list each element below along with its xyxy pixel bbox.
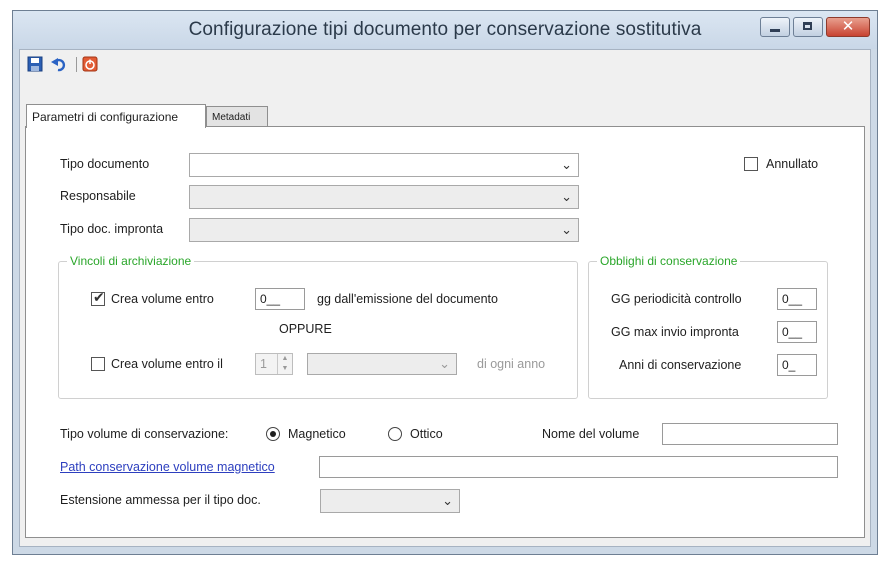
estensione-combo[interactable]: ⌄ bbox=[320, 489, 460, 513]
gg-periodicita-input[interactable]: 0__ bbox=[777, 288, 817, 310]
responsabile-label: Responsabile bbox=[60, 189, 136, 203]
gg-periodicita-label: GG periodicità controllo bbox=[611, 292, 742, 306]
estensione-label: Estensione ammessa per il tipo doc. bbox=[60, 493, 261, 507]
tab-label: Metadati bbox=[212, 112, 251, 123]
di-ogni-anno-label: di ogni anno bbox=[477, 357, 546, 371]
tab-parametri-configurazione[interactable]: Parametri di configurazione bbox=[26, 104, 206, 128]
close-button[interactable]: ✕ bbox=[826, 17, 870, 37]
obblighi-group-title: Obblighi di conservazione bbox=[597, 254, 741, 268]
maximize-icon bbox=[803, 22, 812, 30]
tipo-volume-label: Tipo volume di conservazione: bbox=[60, 427, 229, 441]
anni-conservazione-input[interactable]: 0_ bbox=[777, 354, 817, 376]
form-client-area: Parametri di configurazione Metadati Tip… bbox=[19, 49, 871, 547]
crea-volume-giorni-input[interactable]: 0__ bbox=[255, 288, 305, 310]
toolbar bbox=[20, 50, 870, 78]
tipo-documento-combo[interactable]: ⌄ bbox=[189, 153, 579, 177]
title-bar: Configurazione tipi documento per conser… bbox=[13, 11, 877, 49]
giorno-spinner-value: 1 bbox=[260, 357, 267, 371]
undo-icon[interactable] bbox=[51, 56, 67, 72]
application-window: Configurazione tipi documento per conser… bbox=[12, 10, 878, 555]
nome-volume-label: Nome del volume bbox=[542, 427, 640, 441]
exit-icon[interactable] bbox=[82, 56, 98, 72]
magnetico-radio[interactable] bbox=[266, 427, 280, 441]
ottico-label: Ottico bbox=[410, 427, 443, 441]
gg-emissione-label: gg dall'emissione del documento bbox=[317, 292, 498, 306]
giorno-spinner[interactable]: 1 ▲ ▼ bbox=[255, 353, 293, 375]
window-title: Configurazione tipi documento per conser… bbox=[188, 19, 702, 40]
chevron-down-icon: ⌄ bbox=[439, 356, 450, 371]
crea-volume-giorni-value: 0__ bbox=[260, 292, 281, 306]
vincoli-archiviazione-group: Vincoli di archiviazione ✔ Crea volume e… bbox=[58, 254, 578, 399]
crea-volume-entro-label: Crea volume entro bbox=[111, 292, 214, 306]
path-conservazione-link[interactable]: Path conservazione volume magnetico bbox=[60, 460, 275, 474]
responsabile-combo[interactable]: ⌄ bbox=[189, 185, 579, 209]
anni-conservazione-value: 0_ bbox=[782, 358, 796, 372]
crea-volume-entro-il-label: Crea volume entro il bbox=[111, 357, 223, 371]
nome-volume-input[interactable] bbox=[662, 423, 838, 445]
gg-max-invio-value: 0__ bbox=[782, 325, 803, 339]
chevron-down-icon: ⌄ bbox=[561, 222, 572, 237]
tipo-doc-impronta-label: Tipo doc. impronta bbox=[60, 222, 164, 236]
gg-max-invio-input[interactable]: 0__ bbox=[777, 321, 817, 343]
oppure-label: OPPURE bbox=[279, 322, 332, 336]
tab-label: Parametri di configurazione bbox=[32, 110, 179, 124]
gg-max-invio-label: GG max invio impronta bbox=[611, 325, 739, 339]
minimize-icon bbox=[770, 29, 780, 32]
chevron-down-icon: ⌄ bbox=[442, 493, 453, 508]
tab-metadati[interactable]: Metadati bbox=[206, 106, 268, 128]
save-icon[interactable] bbox=[27, 56, 43, 72]
gg-periodicita-value: 0__ bbox=[782, 292, 803, 306]
checkmark-icon: ✔ bbox=[93, 289, 105, 305]
toolbar-separator bbox=[76, 57, 77, 72]
chevron-down-icon: ⌄ bbox=[561, 189, 572, 204]
radio-selected-dot bbox=[270, 431, 276, 437]
path-conservazione-input[interactable] bbox=[319, 456, 838, 478]
vincoli-group-title: Vincoli di archiviazione bbox=[67, 254, 195, 268]
tab-panel-parametri: Tipo documento ⌄ Annullato Responsabile … bbox=[25, 126, 865, 538]
obblighi-conservazione-group: Obblighi di conservazione GG periodicità… bbox=[588, 254, 828, 399]
magnetico-label: Magnetico bbox=[288, 427, 346, 441]
anni-conservazione-label: Anni di conservazione bbox=[619, 358, 742, 372]
close-icon: ✕ bbox=[841, 18, 855, 35]
crea-volume-entro-il-checkbox[interactable] bbox=[91, 357, 105, 371]
spinner-arrows-icon[interactable]: ▲ ▼ bbox=[277, 354, 292, 374]
chevron-down-icon: ⌄ bbox=[561, 157, 572, 172]
maximize-button[interactable] bbox=[793, 17, 823, 37]
crea-volume-entro-checkbox[interactable]: ✔ bbox=[91, 289, 105, 306]
annullato-label: Annullato bbox=[766, 157, 819, 171]
tipo-doc-impronta-combo[interactable]: ⌄ bbox=[189, 218, 579, 242]
minimize-button[interactable] bbox=[760, 17, 790, 37]
ottico-radio[interactable] bbox=[388, 427, 402, 441]
mese-combo[interactable]: ⌄ bbox=[307, 353, 457, 375]
tipo-documento-label: Tipo documento bbox=[60, 157, 150, 171]
annullato-checkbox[interactable] bbox=[744, 157, 758, 171]
